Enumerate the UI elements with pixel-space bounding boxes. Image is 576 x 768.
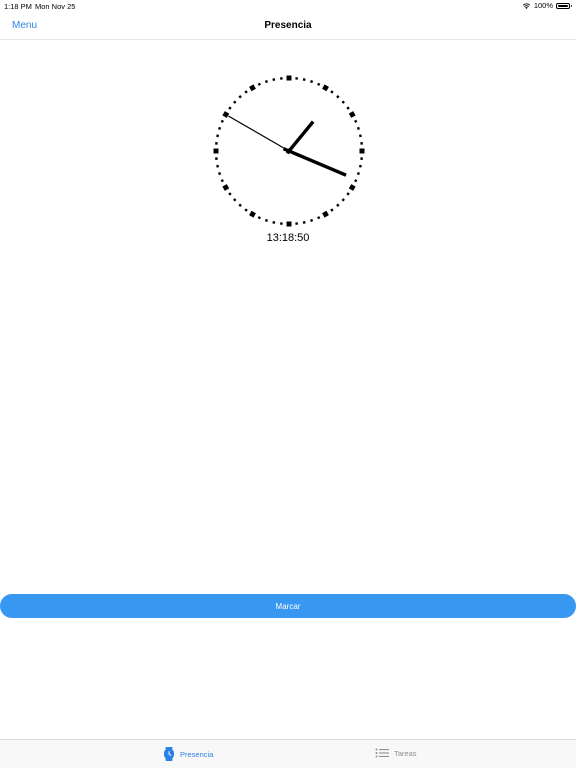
battery-icon <box>556 2 572 9</box>
clock-face <box>213 75 365 227</box>
clock-minute-tick <box>244 208 248 212</box>
clock-minute-tick <box>216 134 220 138</box>
tab-bar: Presencia Tareas <box>0 739 576 768</box>
clock-minute-tick <box>218 172 222 176</box>
clock-minute-tick <box>346 106 350 110</box>
clock-minute-tick <box>233 198 237 202</box>
clock-minute-tick <box>336 203 340 207</box>
clock-minute-tick <box>302 78 306 82</box>
clock-minute-tick <box>341 100 345 104</box>
tab-presencia[interactable]: Presencia <box>163 747 213 761</box>
clock-hour-tick <box>249 210 256 218</box>
clock-minute-tick <box>238 203 242 207</box>
clock-minute-tick <box>220 119 224 123</box>
clock-minute-tick <box>356 126 360 130</box>
clock-minute-tick <box>354 119 358 123</box>
clock-hour-tick <box>222 111 230 118</box>
presencia-screen: 1:18 PM Mon Nov 25 100% Menu Presencia 1… <box>0 0 576 768</box>
clock-hour-tick <box>359 148 365 154</box>
clock-minute-tick <box>356 172 360 176</box>
clock-minute-tick <box>228 192 232 196</box>
clock-hour-tick <box>348 111 356 118</box>
watch-icon <box>164 747 174 761</box>
status-date: Mon Nov 25 <box>35 2 76 11</box>
clock-minute-tick <box>257 82 261 86</box>
clock-minute-tick <box>341 198 345 202</box>
clock-minute-tick <box>295 222 298 225</box>
tab-tareas[interactable]: Tareas <box>375 747 417 759</box>
analog-clock <box>212 74 366 228</box>
clock-center <box>286 148 292 154</box>
marcar-button[interactable]: Marcar <box>0 594 576 618</box>
status-time: 1:18 PM <box>4 2 32 11</box>
clock-minute-tick <box>257 216 261 220</box>
clock-minute-tick <box>360 142 363 145</box>
clock-minute-tick <box>220 179 224 183</box>
clock-hour-tick <box>322 210 329 218</box>
clock-minute-tick <box>264 218 268 222</box>
tab-presencia-label: Presencia <box>180 749 214 759</box>
battery-fill <box>558 4 568 7</box>
clock-minute-tick <box>336 95 340 99</box>
clock-minute-tick <box>215 142 218 145</box>
clock-minute-tick <box>280 222 283 225</box>
clock-minute-tick <box>264 80 268 84</box>
clock-minute-tick <box>216 164 220 168</box>
clock-minute-tick <box>218 126 222 130</box>
clock-minute-tick <box>228 106 232 110</box>
clock-minute-tick <box>360 157 363 160</box>
clock-minute-tick <box>244 90 248 94</box>
clock-minute-tick <box>215 157 218 160</box>
clock-minute-tick <box>330 90 334 94</box>
page-title: Presencia <box>264 20 312 31</box>
clock-minute-tick <box>317 82 321 86</box>
clock-minute-tick <box>310 218 314 222</box>
clock-minute-tick <box>330 208 334 212</box>
digital-time: 13:18:50 <box>266 232 310 244</box>
clock-hour-tick <box>286 75 292 81</box>
clock-hour-tick <box>348 184 356 191</box>
clock-minute-tick <box>346 192 350 196</box>
navigation-bar: Menu Presencia <box>0 12 576 40</box>
clock-minute-tick <box>302 220 306 224</box>
clock-minute-tick <box>354 179 358 183</box>
clock-minute-tick <box>280 77 283 80</box>
clock-minute-tick <box>272 220 276 224</box>
clock-minute-tick <box>272 78 276 82</box>
clock-minute-tick <box>238 95 242 99</box>
clock-minute-tick <box>358 134 362 138</box>
hour-hand <box>285 120 315 155</box>
clock-minute-tick <box>317 216 321 220</box>
tab-tareas-label: Tareas <box>394 748 417 758</box>
clock-minute-tick <box>358 164 362 168</box>
clock-hour-tick <box>222 184 230 191</box>
clock-hour-tick <box>322 84 329 92</box>
status-indicators: 100% <box>522 1 572 10</box>
clock-hour-tick <box>213 148 219 154</box>
clock-minute-tick <box>310 80 314 84</box>
clock-hour-tick <box>249 84 256 92</box>
status-bar: 1:18 PM Mon Nov 25 100% <box>0 0 576 12</box>
clock-minute-tick <box>295 77 298 80</box>
battery-percent: 100% <box>533 1 553 10</box>
clock-hour-tick <box>286 221 292 227</box>
list-icon <box>375 748 389 758</box>
clock-minute-tick <box>233 100 237 104</box>
wifi-icon <box>522 2 531 9</box>
